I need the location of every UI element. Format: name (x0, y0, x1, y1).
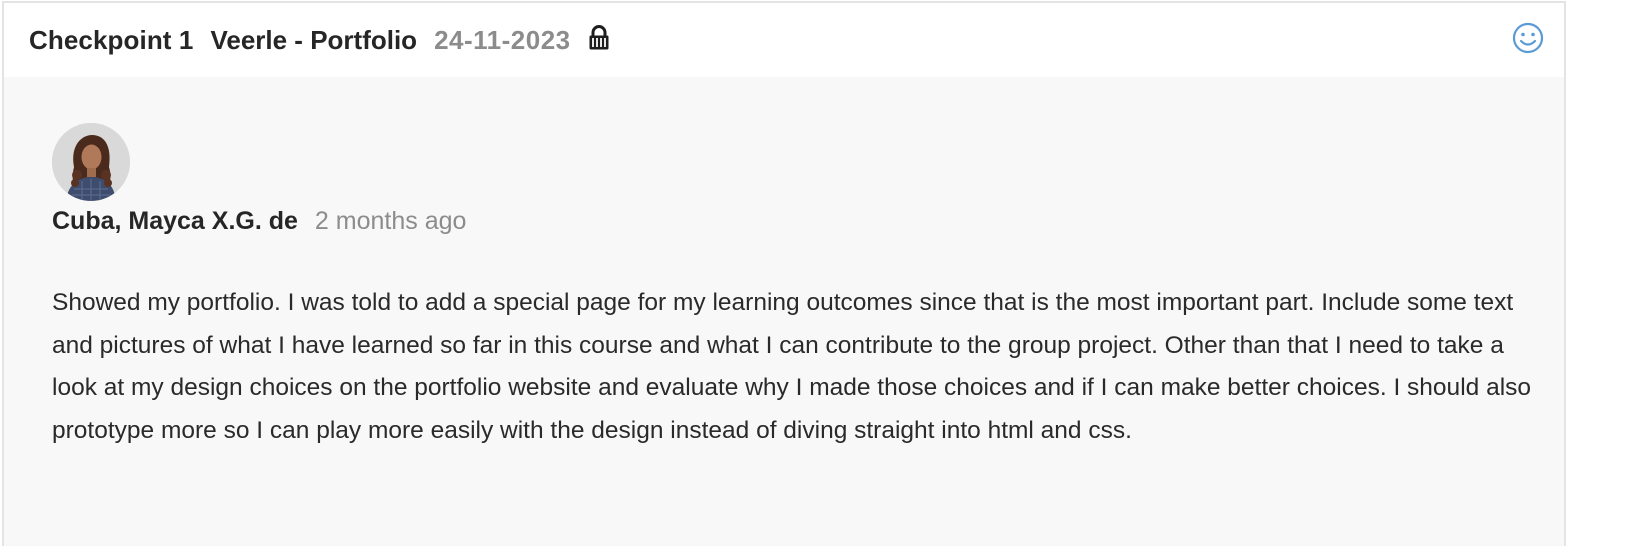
project-title: Veerle - Portfolio (210, 24, 418, 55)
checkpoint-title: Checkpoint 1 (29, 24, 194, 55)
comment-body: Cuba, Mayca X.G. de 2 months ago Showed … (4, 77, 1564, 452)
card-header: Checkpoint 1 Veerle - Portfolio 24-11-20… (4, 3, 1564, 77)
lock-icon (588, 25, 610, 51)
comment-meta: Cuba, Mayca X.G. de 2 months ago (52, 207, 1564, 236)
checkpoint-date: 24-11-2023 (434, 24, 571, 55)
smiley-icon[interactable] (1512, 22, 1544, 54)
timestamp: 2 months ago (314, 207, 467, 235)
feedback-card: Checkpoint 1 Veerle - Portfolio 24-11-20… (2, 1, 1566, 546)
avatar[interactable] (52, 123, 130, 201)
author-name[interactable]: Cuba, Mayca X.G. de (52, 207, 298, 236)
comment-text: Showed my portfolio. I was told to add a… (52, 289, 1532, 444)
